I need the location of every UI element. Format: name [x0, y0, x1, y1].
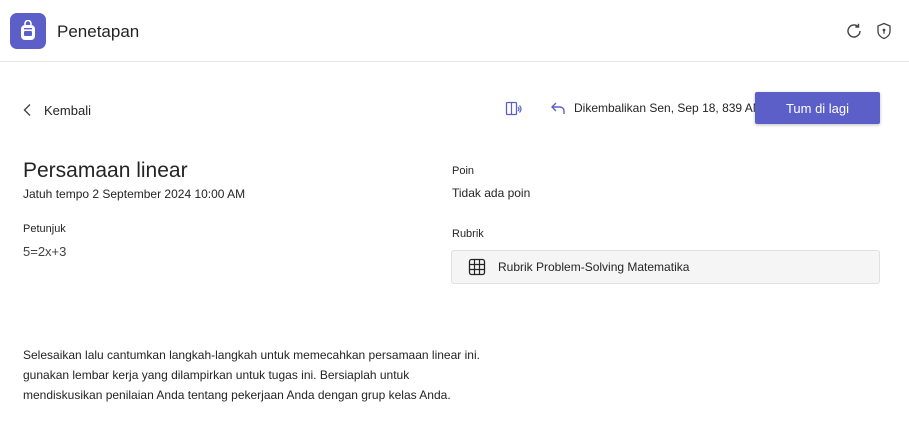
assignment-description: Selesaikan lalu cantumkan langkah-langka…: [23, 345, 543, 405]
refresh-icon[interactable]: [844, 21, 864, 41]
immersive-reader-icon[interactable]: [505, 100, 523, 118]
description-line: gunakan lembar kerja yang dilampirkan un…: [23, 368, 410, 382]
shield-icon[interactable]: [874, 21, 894, 41]
turn-in-again-button[interactable]: Tum di lagi: [755, 92, 880, 124]
returned-text: Dikembalikan Sen, Sep 18, 839 AM: [574, 101, 763, 115]
rubric-label: Rubrik: [452, 228, 484, 240]
back-label: Kembali: [44, 102, 91, 118]
rubric-name: Rubrik Problem-Solving Matematika: [498, 260, 690, 274]
table-grid-icon: [468, 258, 486, 276]
assignment-title: Persamaan linear: [23, 159, 188, 182]
description-line: Selesaikan lalu cantumkan langkah-langka…: [23, 348, 480, 362]
points-value: Tidak ada poin: [452, 186, 531, 200]
points-label: Poin: [452, 165, 475, 177]
description-line: mendiskusikan penilaian Anda tentang pek…: [23, 388, 451, 402]
chevron-left-icon: [23, 104, 31, 116]
backpack-icon[interactable]: [10, 13, 46, 49]
return-arrow-icon: [551, 102, 565, 114]
returned-status: Dikembalikan Sen, Sep 18, 839 AM: [550, 101, 763, 115]
due-date: Jatuh tempo 2 September 2024 10:00 AM: [23, 187, 246, 201]
app-title: Penetapan: [57, 22, 140, 41]
rubric-card[interactable]: Rubrik Problem-Solving Matematika: [451, 250, 880, 284]
instructions-value: 5=2x+3: [23, 244, 67, 259]
back-button[interactable]: Kembali: [22, 100, 91, 120]
app-header: Penetapan: [0, 0, 909, 62]
instructions-label: Petunjuk: [23, 223, 66, 235]
